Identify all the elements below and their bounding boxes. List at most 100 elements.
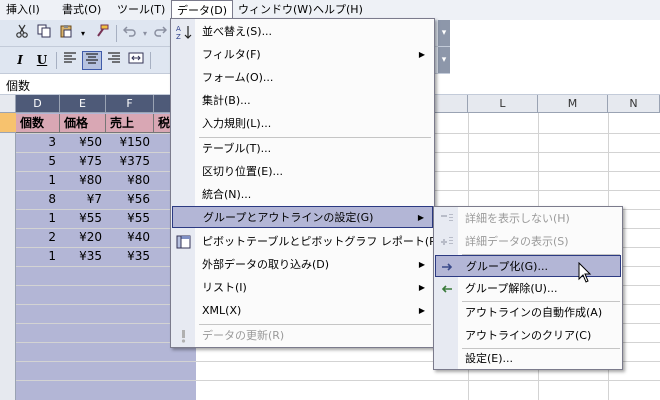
menu-item-consolidate[interactable]: 統合(N)... xyxy=(172,184,433,206)
menu-item-list[interactable]: リスト(I) ▶ xyxy=(172,277,433,299)
row-header-active[interactable] xyxy=(0,113,16,133)
menu-data[interactable]: データ(D) xyxy=(171,0,234,20)
align-center-icon[interactable] xyxy=(82,51,102,70)
cut-icon[interactable] xyxy=(12,24,32,43)
table-cell[interactable]: ¥20 xyxy=(60,228,106,247)
table-cell[interactable]: ¥35 xyxy=(106,247,154,266)
menu-tools[interactable]: ツール(T) xyxy=(117,0,165,20)
table-cell[interactable]: ¥55 xyxy=(106,209,154,228)
row-header-strip[interactable] xyxy=(0,113,16,400)
header-cell-sales[interactable]: 売上 xyxy=(106,114,154,133)
table-cell[interactable]: ¥40 xyxy=(106,228,154,247)
column-header-n[interactable]: N xyxy=(608,95,660,113)
table-cell[interactable]: ¥50 xyxy=(60,133,106,152)
data-menu-dropdown: AZ 並べ替え(S)... フィルタ(F) ▶ フォーム(O)... 集計(B)… xyxy=(170,18,451,348)
table-cell[interactable]: ¥7 xyxy=(60,190,106,209)
copy-icon[interactable] xyxy=(34,24,54,43)
menu-item-filter[interactable]: フィルタ(F) ▶ xyxy=(172,44,433,66)
menu-window[interactable]: ウィンドウ(W) xyxy=(238,0,312,20)
table-cell[interactable]: ¥375 xyxy=(106,152,154,171)
menu-item-refresh-data[interactable]: データの更新(R) xyxy=(172,325,433,347)
menu-item-label: 区切り位置(E)... xyxy=(202,165,284,178)
table-cell[interactable]: 3 xyxy=(16,133,60,152)
column-header-m[interactable]: M xyxy=(538,95,608,113)
formula-input[interactable]: 個数 xyxy=(6,77,30,94)
menu-item-label: リスト(I) xyxy=(202,281,247,294)
table-cell[interactable]: ¥75 xyxy=(60,152,106,171)
gridline xyxy=(16,380,660,381)
menu-item-group-outline[interactable]: グループとアウトラインの設定(G) ▶ xyxy=(172,206,433,228)
refresh-icon xyxy=(176,328,192,344)
submenu-item-label: 詳細データの表示(S) xyxy=(465,235,569,248)
menu-item-label: フォーム(O)... xyxy=(202,71,274,84)
paste-icon[interactable] xyxy=(56,24,76,43)
table-cell[interactable]: ¥55 xyxy=(60,209,106,228)
menu-item-label: テーブル(T)... xyxy=(202,142,272,155)
hide-detail-icon xyxy=(439,211,455,227)
menu-insert[interactable]: 挿入(I) xyxy=(6,0,40,20)
submenu-item-label: 詳細を表示しない(H) xyxy=(465,212,570,225)
pivot-table-icon xyxy=(176,234,192,250)
table-cell[interactable]: ¥80 xyxy=(60,171,106,190)
menu-item-label: フィルタ(F) xyxy=(202,48,261,61)
submenu-item-auto-outline[interactable]: アウトラインの自動作成(A) xyxy=(435,302,621,324)
merge-center-icon[interactable] xyxy=(126,51,146,70)
menu-item-xml[interactable]: XML(X) ▶ xyxy=(172,300,433,322)
submenu-item-group[interactable]: グループ化(G)... xyxy=(435,255,621,277)
table-cell[interactable]: ¥35 xyxy=(60,247,106,266)
table-cell[interactable]: 8 xyxy=(16,190,60,209)
italic-icon[interactable]: I xyxy=(10,51,30,70)
toolbar-options-icon[interactable]: ▾ xyxy=(438,20,450,46)
table-cell[interactable]: ¥150 xyxy=(106,133,154,152)
menu-item-validation[interactable]: 入力規則(L)... xyxy=(172,113,433,135)
paste-dropdown-icon[interactable]: ▾ xyxy=(78,24,88,43)
submenu-arrow-icon: ▶ xyxy=(418,306,425,315)
toolbar-separator xyxy=(150,52,151,69)
submenu-item-ungroup[interactable]: グループ解除(U)... xyxy=(435,278,621,300)
align-right-icon[interactable] xyxy=(104,51,124,70)
table-cell[interactable]: 1 xyxy=(16,209,60,228)
menu-item-sort[interactable]: AZ 並べ替え(S)... xyxy=(172,21,433,43)
undo-icon[interactable] xyxy=(120,24,140,43)
menu-item-import-external-data[interactable]: 外部データの取り込み(D) ▶ xyxy=(172,254,433,276)
select-all-corner[interactable] xyxy=(0,95,16,113)
table-cell[interactable]: 2 xyxy=(16,228,60,247)
align-left-icon[interactable] xyxy=(60,51,80,70)
format-painter-icon[interactable] xyxy=(92,24,112,43)
menu-item-label: 統合(N)... xyxy=(202,188,252,201)
table-cell[interactable]: 1 xyxy=(16,247,60,266)
submenu-item-hide-detail[interactable]: 詳細を表示しない(H) xyxy=(435,208,621,230)
table-cell[interactable]: 5 xyxy=(16,152,60,171)
submenu-arrow-icon: ▶ xyxy=(418,260,425,269)
menu-item-text-to-columns[interactable]: 区切り位置(E)... xyxy=(172,161,433,183)
menu-item-table[interactable]: テーブル(T)... xyxy=(172,138,433,160)
table-cell[interactable]: ¥56 xyxy=(106,190,154,209)
table-cell[interactable]: 1 xyxy=(16,171,60,190)
undo-dropdown-icon[interactable]: ▾ xyxy=(140,24,150,43)
menu-format[interactable]: 書式(O) xyxy=(62,0,101,20)
column-header-e[interactable]: E xyxy=(60,95,106,113)
menu-item-pivot-table[interactable]: ピボットテーブルとピボットグラフ レポート(P)... xyxy=(172,231,451,253)
menu-item-subtotal[interactable]: 集計(B)... xyxy=(172,90,433,112)
column-header-f[interactable]: F xyxy=(106,95,154,113)
svg-text:Z: Z xyxy=(176,33,181,40)
column-header-l[interactable]: L xyxy=(468,95,538,113)
toolbar-options-icon[interactable]: ▾ xyxy=(438,47,450,73)
menu-item-label: 外部データの取り込み(D) xyxy=(202,258,330,271)
redo-icon[interactable] xyxy=(152,24,168,43)
menu-bar: 挿入(I) 書式(O) ツール(T) データ(D) ウィンドウ(W) ヘルプ(H… xyxy=(0,0,660,20)
menu-help[interactable]: ヘルプ(H) xyxy=(313,0,363,20)
submenu-item-show-detail[interactable]: 詳細データの表示(S) xyxy=(435,231,621,253)
menu-item-form[interactable]: フォーム(O)... xyxy=(172,67,433,89)
underline-icon[interactable]: U xyxy=(32,51,52,70)
outline-submenu: 詳細を表示しない(H) 詳細データの表示(S) グループ化(G)... グループ… xyxy=(433,206,623,370)
submenu-item-clear-outline[interactable]: アウトラインのクリア(C) xyxy=(435,325,621,347)
table-cell[interactable]: ¥80 xyxy=(106,171,154,190)
submenu-item-label: アウトラインの自動作成(A) xyxy=(465,306,603,319)
header-cell-count[interactable]: 個数 xyxy=(16,114,60,133)
column-header-d[interactable]: D xyxy=(16,95,60,113)
sort-icon: AZ xyxy=(176,24,192,41)
submenu-item-settings[interactable]: 設定(E)... xyxy=(435,348,621,370)
submenu-arrow-icon: ▶ xyxy=(418,50,425,59)
header-cell-price[interactable]: 価格 xyxy=(60,114,106,133)
